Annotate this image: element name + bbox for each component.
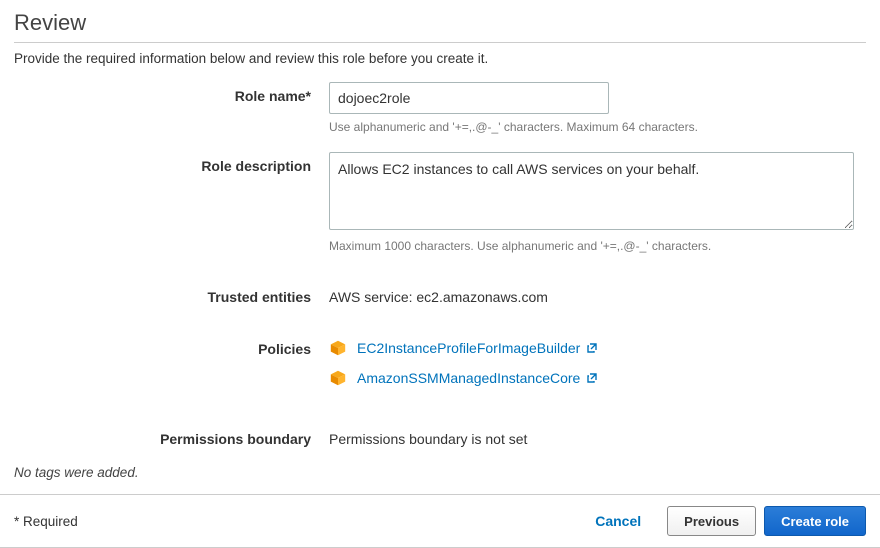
policy-item: EC2InstanceProfileForImageBuilder <box>329 335 866 357</box>
role-description-hint: Maximum 1000 characters. Use alphanumeri… <box>329 239 866 253</box>
policy-name: EC2InstanceProfileForImageBuilder <box>357 340 580 356</box>
role-description-textarea[interactable] <box>329 152 854 230</box>
external-link-icon <box>586 372 598 384</box>
required-note: * Required <box>14 514 78 529</box>
policy-name: AmazonSSMManagedInstanceCore <box>357 370 580 386</box>
intro-text: Provide the required information below a… <box>14 51 866 66</box>
permissions-boundary-label: Permissions boundary <box>14 425 329 447</box>
trusted-entities-label: Trusted entities <box>14 283 329 305</box>
external-link-icon <box>586 342 598 354</box>
role-name-hint: Use alphanumeric and '+=,.@-_' character… <box>329 120 866 134</box>
create-role-button[interactable]: Create role <box>764 506 866 536</box>
no-tags-text: No tags were added. <box>14 465 866 480</box>
policy-link[interactable]: EC2InstanceProfileForImageBuilder <box>357 340 598 356</box>
role-name-input[interactable] <box>329 82 609 114</box>
cancel-button[interactable]: Cancel <box>577 505 659 537</box>
footer-bar: * Required Cancel Previous Create role <box>0 494 880 548</box>
policy-box-icon <box>329 369 347 387</box>
policy-item: AmazonSSMManagedInstanceCore <box>329 365 866 387</box>
previous-button[interactable]: Previous <box>667 506 756 536</box>
policies-label: Policies <box>14 335 329 357</box>
trusted-entities-value: AWS service: ec2.amazonaws.com <box>329 283 866 305</box>
permissions-boundary-value: Permissions boundary is not set <box>329 425 866 447</box>
role-description-label: Role description <box>14 152 329 174</box>
policies-list: EC2InstanceProfileForImageBuilder Amazon… <box>329 335 866 395</box>
page-title: Review <box>14 10 866 43</box>
policy-link[interactable]: AmazonSSMManagedInstanceCore <box>357 370 598 386</box>
policy-box-icon <box>329 339 347 357</box>
role-name-label: Role name* <box>14 82 329 104</box>
